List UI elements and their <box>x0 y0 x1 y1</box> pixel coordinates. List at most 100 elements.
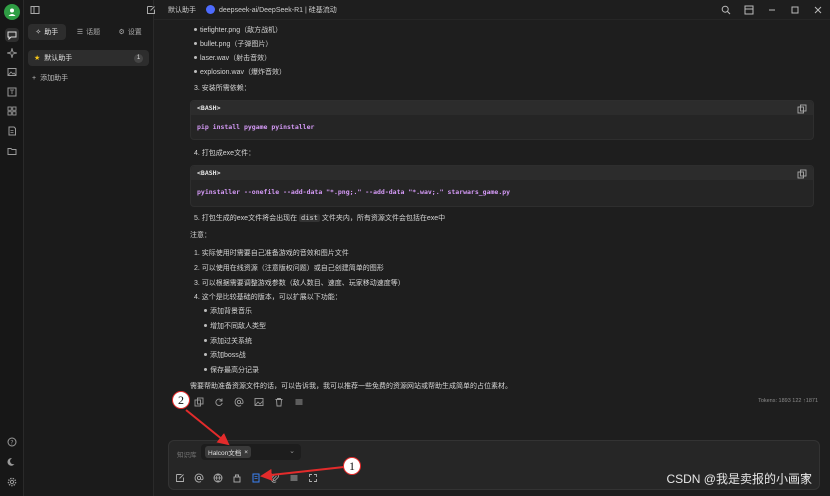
delete-icon[interactable] <box>274 397 284 407</box>
step-heading: 4. 打包成exe文件： <box>194 150 256 157</box>
bullet-dot <box>204 368 207 371</box>
layout-icon[interactable] <box>742 3 755 16</box>
watermark: CSDN @我是卖报的小画家 <box>666 472 812 486</box>
new-topic-icon[interactable] <box>175 473 185 483</box>
star-icon: ★ <box>34 55 41 62</box>
list-item: 保存最高分记录 <box>210 367 259 374</box>
bullet-dot <box>194 70 197 73</box>
knowledge-base-label: 知识库 <box>177 452 197 459</box>
list-item: explosion.wav（爆炸音效） <box>200 69 286 76</box>
tab-label: 话题 <box>86 29 101 36</box>
code-language: <BASH> <box>191 101 813 115</box>
header-assistant-name: 默认助手 <box>168 6 196 14</box>
maximize-icon[interactable] <box>788 3 801 16</box>
new-chat-icon[interactable] <box>146 5 156 15</box>
files-icon[interactable] <box>5 124 19 138</box>
settings-icon[interactable] <box>5 475 19 489</box>
list-icon: ☰ <box>76 29 84 36</box>
moon-icon[interactable] <box>5 455 19 469</box>
code-language: <BASH> <box>191 166 813 180</box>
mention-icon[interactable] <box>194 473 204 483</box>
chat-icon[interactable] <box>5 28 19 42</box>
minimize-icon[interactable] <box>765 3 778 16</box>
translate-icon[interactable] <box>5 85 19 99</box>
bullet-dot <box>194 56 197 59</box>
sidebar-toggle-icon[interactable] <box>30 5 40 15</box>
add-assistant-label: 添加助手 <box>40 75 69 82</box>
image-icon[interactable] <box>5 65 19 79</box>
chat-header: 默认助手 deepseek-ai/DeepSeek-R1 | 硅基流动 <box>147 0 830 20</box>
code-block: <BASH> pip install pygame pyinstaller <box>190 100 814 140</box>
deepseek-logo-icon <box>206 5 215 14</box>
add-assistant-button[interactable]: + 添加助手 <box>32 72 149 84</box>
topic-count-badge: 1 <box>134 53 143 63</box>
shortcut-icon[interactable] <box>289 473 299 483</box>
tab-settings[interactable]: ⚙ 设置 <box>111 24 149 40</box>
copy-icon[interactable] <box>797 169 807 179</box>
list-item: 添加背景音乐 <box>210 308 252 315</box>
menu-icon[interactable] <box>294 397 304 407</box>
copy-icon[interactable] <box>194 397 204 407</box>
chevron-down-icon[interactable]: ⌄ <box>289 447 295 455</box>
list-item: bullet.png（子弹图片） <box>200 41 273 48</box>
message-actions <box>194 397 304 407</box>
export-image-icon[interactable] <box>254 397 264 407</box>
expand-icon[interactable] <box>308 473 318 483</box>
assistant-label: 默认助手 <box>44 55 73 62</box>
code-text: pip install pygame pyinstaller <box>197 123 315 131</box>
knowledge-base-value: Halcon文档 <box>208 450 242 457</box>
attachment-icon[interactable] <box>270 473 280 483</box>
gear-icon: ⚙ <box>118 29 125 36</box>
step-heading: 3. 安装所需依赖： <box>194 85 251 92</box>
left-rail: ? <box>0 0 24 496</box>
token-count: Tokens: 1893 122 ↑1871 <box>758 398 818 404</box>
sparkle-icon[interactable] <box>5 46 19 60</box>
note-heading: 注意： <box>190 232 211 239</box>
note-item: 4. 这个是比较基础的版本，可以扩展以下功能： <box>194 294 342 301</box>
note-item: 1. 实际使用时需要自己准备游戏的音效和图片文件 <box>194 250 349 257</box>
message-content: tiefighter.png（敌方战机） bullet.png（子弹图片） la… <box>154 20 830 440</box>
annotation-number-2: 2 <box>172 391 190 409</box>
list-item: 添加过关系统 <box>210 338 252 345</box>
model-label: deepseek-ai/DeepSeek-R1 | 硅基流动 <box>219 6 337 14</box>
folder-icon[interactable] <box>5 144 19 158</box>
web-search-icon[interactable] <box>213 473 223 483</box>
svg-text:?: ? <box>10 439 13 446</box>
assistant-sidebar: ✧ 助手 ☰ 话题 ⚙ 设置 ★ 默认助手 1 + 添加助手 <box>24 0 154 496</box>
knowledge-base-chip[interactable]: Halcon文档 × <box>205 446 252 458</box>
note-item: 3. 可以根据需要调整游戏参数（敌人数目、速度、玩家移动速度等） <box>194 280 405 287</box>
bullet-dot <box>194 42 197 45</box>
knowledge-base-select[interactable]: Halcon文档 × ⌄ <box>201 444 301 460</box>
step-text: 文件夹内，所有资源文件会包括在exe中 <box>321 215 446 222</box>
mention-icon[interactable] <box>234 397 244 407</box>
sparkle-icon: ✧ <box>35 29 42 36</box>
inline-code: dist <box>299 214 320 222</box>
bullet-dot <box>204 339 207 342</box>
user-icon <box>8 8 16 16</box>
copy-icon[interactable] <box>797 104 807 114</box>
bullet-dot <box>204 353 207 356</box>
note-item: 2. 可以使用在线资源（注意版权问题）或自己创建简单的图形 <box>194 265 384 272</box>
list-item: 增加不同敌人类型 <box>210 323 266 330</box>
regenerate-icon[interactable] <box>214 397 224 407</box>
list-item: tiefighter.png（敌方战机） <box>200 27 283 34</box>
tab-topics[interactable]: ☰ 话题 <box>70 24 108 40</box>
assistant-item-default[interactable]: ★ 默认助手 1 <box>28 50 149 66</box>
step-text: 5. 打包生成的exe文件将会出现在 <box>194 215 298 222</box>
tab-label: 设置 <box>127 29 142 36</box>
code-block: <BASH> pyinstaller --onefile --add-data … <box>190 165 814 207</box>
user-avatar[interactable] <box>4 4 20 20</box>
list-item: laser.wav（射击音效） <box>200 55 272 62</box>
closing-text: 需要帮助准备资源文件的话，可以告诉我，我可以推荐一些免费的资源网站或帮助生成简单… <box>190 383 512 390</box>
apps-icon[interactable] <box>5 104 19 118</box>
tab-assistants[interactable]: ✧ 助手 <box>28 24 66 40</box>
search-icon[interactable] <box>719 3 732 16</box>
paint-icon[interactable] <box>232 473 242 483</box>
chip-close-icon[interactable]: × <box>244 449 248 456</box>
model-selector[interactable]: deepseek-ai/DeepSeek-R1 | 硅基流动 <box>206 5 337 15</box>
help-icon[interactable]: ? <box>5 435 19 449</box>
tab-label: 助手 <box>44 29 59 36</box>
bullet-dot <box>194 28 197 31</box>
close-icon[interactable] <box>811 3 824 16</box>
knowledge-base-icon[interactable] <box>251 473 261 483</box>
